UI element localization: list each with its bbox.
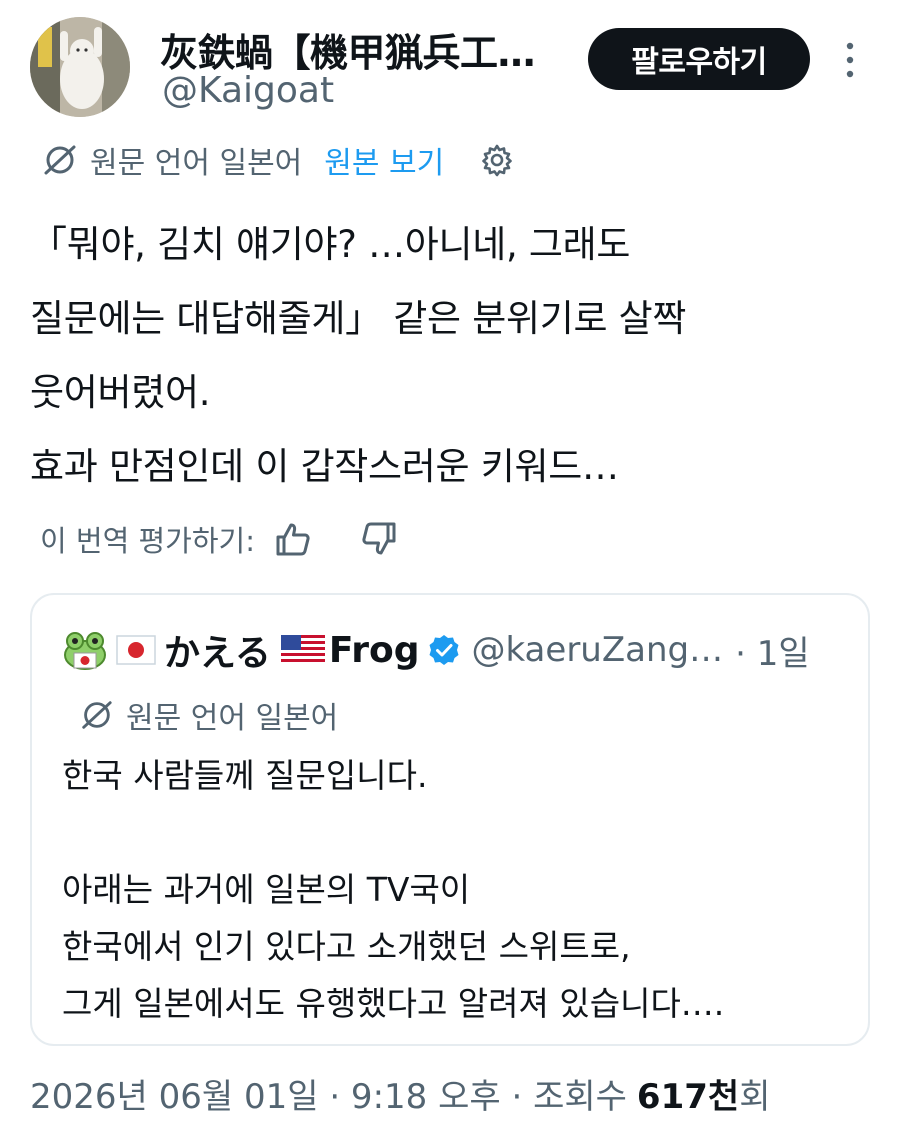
author-handle[interactable]: @Kaigoat: [162, 70, 334, 111]
views-count: 617천: [636, 1076, 740, 1117]
more-vertical-icon[interactable]: [840, 40, 860, 80]
avatar[interactable]: [30, 17, 130, 117]
quoted-tweet-header: かえる Frog @kaeruZang… · 1일: [62, 625, 810, 675]
translate-globe-icon: [82, 701, 112, 729]
quoted-translation-bar: 원문 언어 일본어: [78, 695, 339, 736]
frog-emoji-icon: [64, 632, 106, 670]
verified-badge-icon: [429, 635, 459, 665]
quoted-text-line: 그게 일본에서도 유행했다고 알려져 있습니다….: [62, 984, 725, 1023]
tweet-text: 「뭐야, 김치 얘기야? …아니네, 그래도 질문에는 대답해줄게」 같은 분위…: [30, 208, 870, 504]
quoted-text-line: 한국 사람들께 질문입니다.: [62, 756, 428, 795]
translation-label: 원문 언어 일본어: [90, 146, 303, 181]
views-unit: 회: [739, 1076, 771, 1117]
usa-flag-icon: [280, 635, 325, 665]
avatar-image: [30, 17, 130, 117]
translate-globe-icon: [44, 145, 76, 175]
show-original-link[interactable]: 원본 보기: [324, 138, 444, 182]
tweet-text-line: 웃어버렸어.: [30, 371, 211, 414]
rate-translation: 이 번역 평가하기:: [40, 517, 399, 561]
tweet-datetime[interactable]: 2026년 06월 01일 · 9:18 오후 · 조회수: [30, 1069, 627, 1118]
rate-translation-label: 이 번역 평가하기:: [40, 524, 255, 558]
tweet-text-line: 효과 만점인데 이 갑작스러운 키워드…: [30, 445, 619, 488]
quoted-tweet-text: 한국 사람들께 질문입니다. 아래는 과거에 일본의 TV국이 한국에서 인기 …: [62, 747, 852, 1032]
quoted-author-name-en[interactable]: Frog: [329, 630, 420, 671]
tweet-meta: 2026년 06월 01일 · 9:18 오후 · 조회수 617천 회: [30, 1068, 770, 1118]
quoted-author-name-jp[interactable]: かえる: [164, 624, 271, 676]
quoted-tweet-card[interactable]: かえる Frog @kaeruZang… · 1일 원문 언어 일본어 한국 사…: [30, 593, 870, 1046]
gear-icon[interactable]: [480, 143, 514, 177]
tweet-text-line: 「뭐야, 김치 얘기야? …아니네, 그래도: [30, 223, 631, 266]
quoted-tweet-time: · 1일: [735, 633, 810, 674]
translation-bar: 원문 언어 일본어 원본 보기: [40, 138, 514, 182]
tweet-detail: 灰鉄蝸【機甲猟兵工… @Kaigoat 팔로우하기 원문 언어 일본어 원본 보…: [0, 0, 900, 1132]
quoted-author-handle[interactable]: @kaeruZang…: [471, 630, 723, 670]
quoted-text-line: 한국에서 인기 있다고 소개했던 스위트로,: [62, 927, 631, 966]
japan-flag-icon: [116, 635, 156, 665]
quoted-text-line: [62, 804, 852, 861]
quoted-translation-label: 원문 언어 일본어: [126, 701, 339, 736]
tweet-text-line: 질문에는 대답해줄게」 같은 분위기로 살짝: [30, 297, 687, 340]
follow-button[interactable]: 팔로우하기: [588, 28, 810, 90]
thumbs-up-icon[interactable]: [273, 519, 313, 559]
quoted-text-line: 아래는 과거에 일본의 TV국이: [62, 870, 471, 909]
thumbs-down-icon[interactable]: [359, 519, 399, 559]
author-display-name[interactable]: 灰鉄蝸【機甲猟兵工…: [160, 22, 536, 77]
